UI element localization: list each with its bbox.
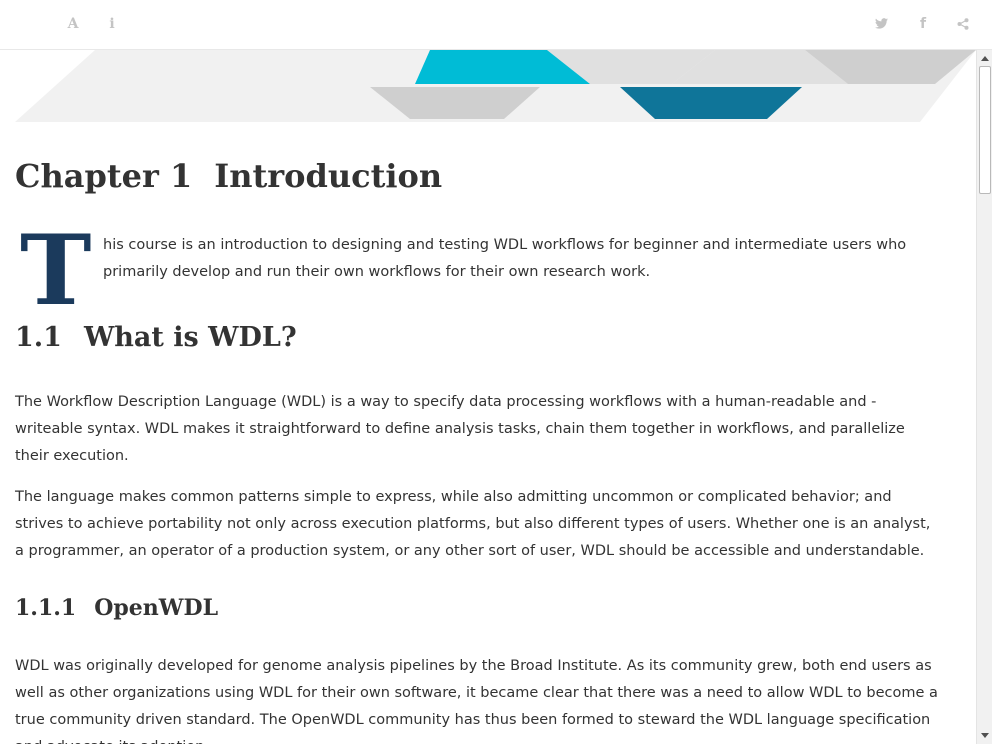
paragraph-wdl-goals: The language makes common patterns simpl… <box>15 484 955 565</box>
intro-paragraph: his course is an introduction to designi… <box>103 232 963 286</box>
paragraph-line: WDL was originally developed for genome … <box>15 658 932 674</box>
section-number: 1.1 <box>15 322 62 353</box>
chapter-title-text: Introduction <box>214 157 443 195</box>
font-settings-icon[interactable]: A <box>63 14 83 34</box>
paragraph-openwdl: WDL was originally developed for genome … <box>15 653 955 744</box>
paragraph-line: well as other organizations using WDL fo… <box>15 685 938 701</box>
scroll-up-arrow-icon[interactable] <box>980 54 990 64</box>
scrollbar-thumb[interactable] <box>979 66 991 194</box>
paragraph-line: a programmer, an operator of a productio… <box>15 543 925 559</box>
twitter-icon[interactable] <box>871 14 891 34</box>
paragraph-line: The Workflow Description Language (WDL) … <box>15 394 877 410</box>
paragraph-line: and advocate its adoption. <box>15 734 955 744</box>
paragraph-line: true community driven standard. The Open… <box>15 712 931 728</box>
section-title: OpenWDL <box>94 595 219 621</box>
vertical-scrollbar[interactable] <box>976 50 992 744</box>
paragraph-line: his course is an introduction to designi… <box>103 237 907 253</box>
section-title: What is WDL? <box>83 322 297 353</box>
paragraph-wdl-definition: The Workflow Description Language (WDL) … <box>15 389 955 470</box>
paragraph-line: their execution. <box>15 448 129 464</box>
share-icon[interactable] <box>953 14 973 34</box>
chapter-title: Chapter 1 Introduction <box>15 157 442 195</box>
book-toolbar: A i f <box>0 0 992 50</box>
facebook-icon[interactable]: f <box>913 14 933 34</box>
section-heading-what-is-wdl: 1.1 What is WDL? <box>15 322 297 353</box>
scroll-down-arrow-icon[interactable] <box>980 730 990 740</box>
page-content: Chapter 1 Introduction T his course is an… <box>0 50 976 744</box>
section-heading-openwdl: 1.1.1 OpenWDL <box>15 595 218 621</box>
info-icon[interactable]: i <box>102 14 122 34</box>
chapter-number: Chapter 1 <box>15 157 193 195</box>
paragraph-line: primarily develop and run their own work… <box>103 264 651 280</box>
paragraph-line: strives to achieve portability not only … <box>15 516 931 532</box>
paragraph-line: writeable syntax. WDL makes it straightf… <box>15 421 905 437</box>
header-banner <box>15 50 976 122</box>
section-number: 1.1.1 <box>15 595 77 621</box>
drop-cap: T <box>20 214 92 327</box>
paragraph-line: The language makes common patterns simpl… <box>15 489 892 505</box>
